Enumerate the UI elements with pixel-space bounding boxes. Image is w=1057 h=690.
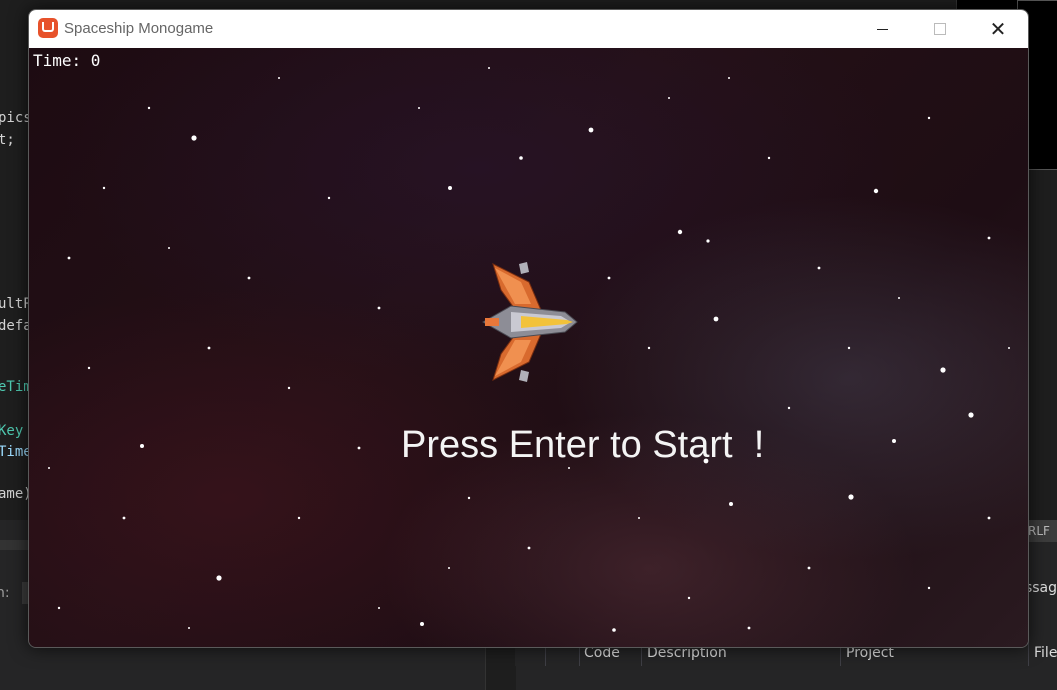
spaceship-icon bbox=[481, 262, 578, 382]
column-file[interactable]: File bbox=[1034, 645, 1057, 661]
time-counter: Time: 0 bbox=[33, 51, 101, 70]
maximize-button[interactable] bbox=[911, 10, 969, 48]
close-button[interactable]: ✕ bbox=[969, 10, 1027, 48]
minimize-icon bbox=[876, 28, 888, 30]
code-line: Time bbox=[0, 444, 32, 460]
search-label: h: bbox=[0, 585, 10, 601]
code-line: Key bbox=[0, 423, 24, 439]
code-line: t; bbox=[0, 132, 15, 148]
code-line: ultP bbox=[0, 296, 32, 312]
panel-divider bbox=[0, 540, 30, 550]
maximize-icon bbox=[934, 23, 946, 35]
code-line: ame) bbox=[0, 486, 32, 502]
messages-filter[interactable]: essag bbox=[1028, 580, 1057, 596]
start-prompt: Press Enter to Start ! bbox=[401, 424, 765, 466]
line-ending-indicator[interactable]: RLF bbox=[1028, 520, 1057, 542]
code-line: eTim bbox=[0, 379, 32, 395]
game-canvas[interactable]: Time: 0 Press Enter to Start ! bbox=[29, 48, 1028, 647]
code-line: pics bbox=[0, 110, 32, 126]
code-line: defa bbox=[0, 318, 32, 334]
window-title: Spaceship Monogame bbox=[64, 20, 214, 37]
minimize-button[interactable] bbox=[853, 10, 911, 48]
title-bar[interactable]: Spaceship Monogame ✕ bbox=[29, 10, 1028, 48]
monogame-logo-icon bbox=[38, 18, 58, 38]
close-icon: ✕ bbox=[989, 17, 1007, 41]
game-window: Spaceship Monogame ✕ Time: 0 Press Enter… bbox=[28, 9, 1029, 648]
panel-splitter[interactable] bbox=[485, 645, 516, 690]
